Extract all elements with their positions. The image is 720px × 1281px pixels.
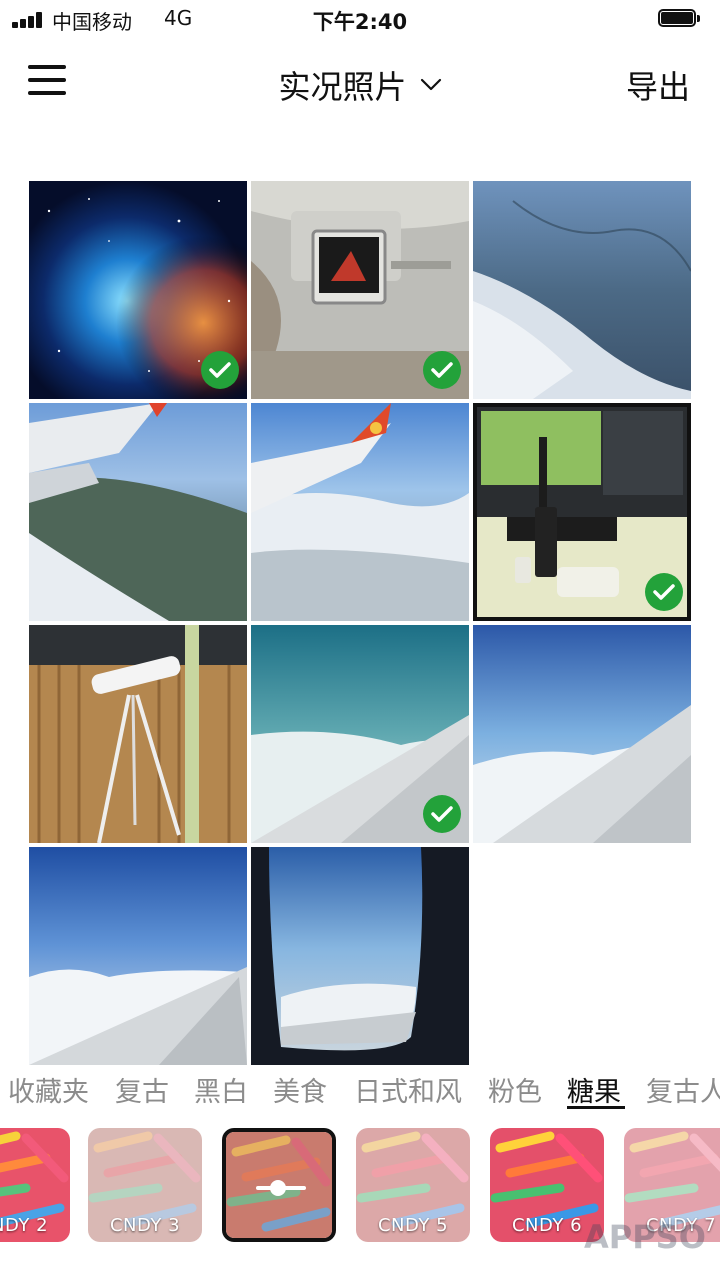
photo-thumbnail[interactable] (29, 181, 247, 399)
photo-thumbnail[interactable] (29, 625, 247, 843)
tab-candy[interactable]: 糖果 (567, 1070, 621, 1109)
tab-pink[interactable]: 粉色 (488, 1070, 542, 1109)
photo-thumbnail[interactable] (251, 847, 469, 1065)
filter-thumbnail-selected[interactable] (222, 1128, 336, 1242)
chevron-down-icon (420, 78, 441, 91)
tab-retro[interactable]: 复古 (115, 1070, 169, 1109)
export-button[interactable]: 导出 (626, 62, 690, 108)
selected-check-icon (201, 351, 239, 389)
selected-check-icon (423, 351, 461, 389)
slider-knob[interactable] (270, 1180, 286, 1196)
photo-thumbnail[interactable] (29, 847, 247, 1065)
filter-intensity-slider[interactable] (256, 1180, 306, 1196)
selected-check-icon (423, 795, 461, 833)
filter-label: CNDY 5 (377, 1215, 449, 1236)
filter-label: CNDY 2 (0, 1215, 49, 1236)
album-selector[interactable]: 实况照片 (250, 62, 470, 108)
photo-thumbnail[interactable] (251, 625, 469, 843)
tab-favorites[interactable]: 收藏夹 (8, 1070, 89, 1109)
photo-thumbnail[interactable] (251, 181, 469, 399)
filter-thumbnail[interactable]: CNDY 2 (0, 1128, 70, 1242)
selected-check-icon (645, 573, 683, 611)
filter-thumbnail[interactable]: CNDY 3 (88, 1128, 202, 1242)
album-title: 实况照片 (278, 68, 407, 106)
photo-thumbnail[interactable] (473, 181, 691, 399)
menu-icon[interactable] (28, 65, 66, 95)
tab-food[interactable]: 美食 (273, 1070, 327, 1109)
photo-thumbnail[interactable] (473, 625, 691, 843)
photo-thumbnail[interactable] (251, 403, 469, 621)
photo-thumbnail[interactable] (473, 403, 691, 621)
nav-bar: 实况照片 导出 (0, 40, 720, 126)
battery-icon (658, 9, 702, 29)
filter-thumbnail[interactable]: CNDY 5 (356, 1128, 470, 1242)
status-bar: 中国移动 4G 下午2:40 (0, 0, 720, 40)
tab-black-white[interactable]: 黑白 (194, 1070, 248, 1109)
watermark-logo: APPSO (584, 1218, 706, 1256)
active-tab-indicator (567, 1106, 625, 1109)
photo-thumbnail[interactable] (29, 403, 247, 621)
filter-category-tabs: 收藏夹 复古 黑白 美食 日式和风 粉色 糖果 复古人 (0, 1066, 720, 1112)
tab-retro-people[interactable]: 复古人 (646, 1070, 720, 1109)
clock: 下午2:40 (312, 10, 408, 34)
filter-label: CNDY 3 (109, 1215, 181, 1236)
tab-japanese[interactable]: 日式和风 (354, 1070, 462, 1109)
